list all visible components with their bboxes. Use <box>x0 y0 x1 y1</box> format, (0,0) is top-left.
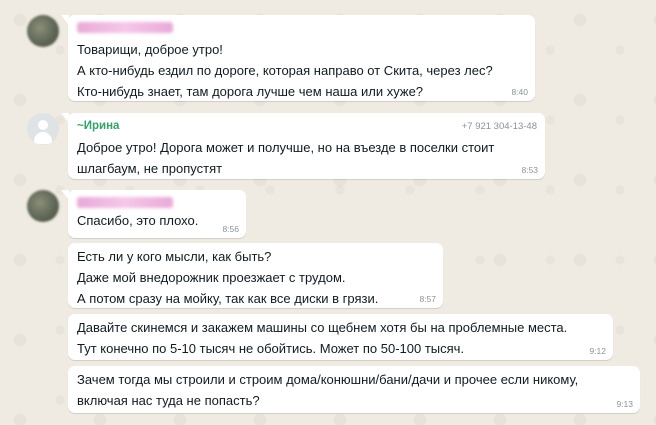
avatar[interactable] <box>27 113 59 145</box>
message-text-line: Даже мой внедорожник проезжает с трудом. <box>77 270 346 285</box>
message-timestamp: 8:40 <box>511 87 528 97</box>
message-text-line: Есть ли у кого мысли, как быть? <box>77 249 272 264</box>
message-text-line: Спасибо, это плохо. <box>77 213 199 228</box>
sender-name-redacted <box>77 22 173 33</box>
message-bubble[interactable]: Товарищи, доброе утро! А кто-нибудь езди… <box>61 15 535 101</box>
message-bubble[interactable]: Спасибо, это плохо. 8:56 <box>61 190 246 238</box>
sender-name-redacted <box>77 197 173 208</box>
message-timestamp: 8:56 <box>222 224 239 234</box>
message-timestamp: 8:57 <box>419 294 436 304</box>
default-avatar-icon <box>38 120 48 130</box>
avatar[interactable] <box>27 190 59 222</box>
message-text-line: Кто-нибудь знает, там дорога лучше чем н… <box>77 84 424 99</box>
message-bubble[interactable]: Зачем тогда мы строили и строим дома/кон… <box>68 366 640 413</box>
message-text-line: Зачем тогда мы строили и строим дома/кон… <box>77 372 579 387</box>
bubble-tail <box>61 190 69 200</box>
message-text-line: Тут конечно по 5-10 тысяч не обойтись. М… <box>77 341 465 356</box>
message-text-line: Товарищи, доброе утро! <box>77 42 223 57</box>
message-text-line: А потом сразу на мойку, так как все диск… <box>77 291 379 306</box>
sender-phone: +7 921 304-13-48 <box>461 120 537 132</box>
sender-name[interactable]: ~Ирина <box>77 120 119 132</box>
avatar[interactable] <box>27 15 59 47</box>
message-bubble[interactable]: Есть ли у кого мысли, как быть? Даже мой… <box>68 243 443 308</box>
sender-row: ~Ирина +7 921 304-13-48 <box>77 119 537 133</box>
message-timestamp: 9:13 <box>616 399 633 409</box>
bubble-tail <box>61 113 69 123</box>
bubble-tail <box>61 15 69 25</box>
message-timestamp: 8:53 <box>521 165 538 175</box>
message-text-line: шлагбаум, не пропустят <box>77 161 223 176</box>
message-text-line: Доброе утро! Дорога может и получше, но … <box>77 140 495 155</box>
message-timestamp: 9:12 <box>589 346 606 356</box>
message-bubble[interactable]: Давайте скинемся и закажем машины со щеб… <box>68 314 613 360</box>
message-text-line: Давайте скинемся и закажем машины со щеб… <box>77 320 568 335</box>
message-text-line: включая нас туда не попасть? <box>77 393 260 408</box>
message-text-line: А кто-нибудь ездил по дороге, которая на… <box>77 63 493 78</box>
message-bubble[interactable]: ~Ирина +7 921 304-13-48 Доброе утро! Дор… <box>61 113 545 179</box>
